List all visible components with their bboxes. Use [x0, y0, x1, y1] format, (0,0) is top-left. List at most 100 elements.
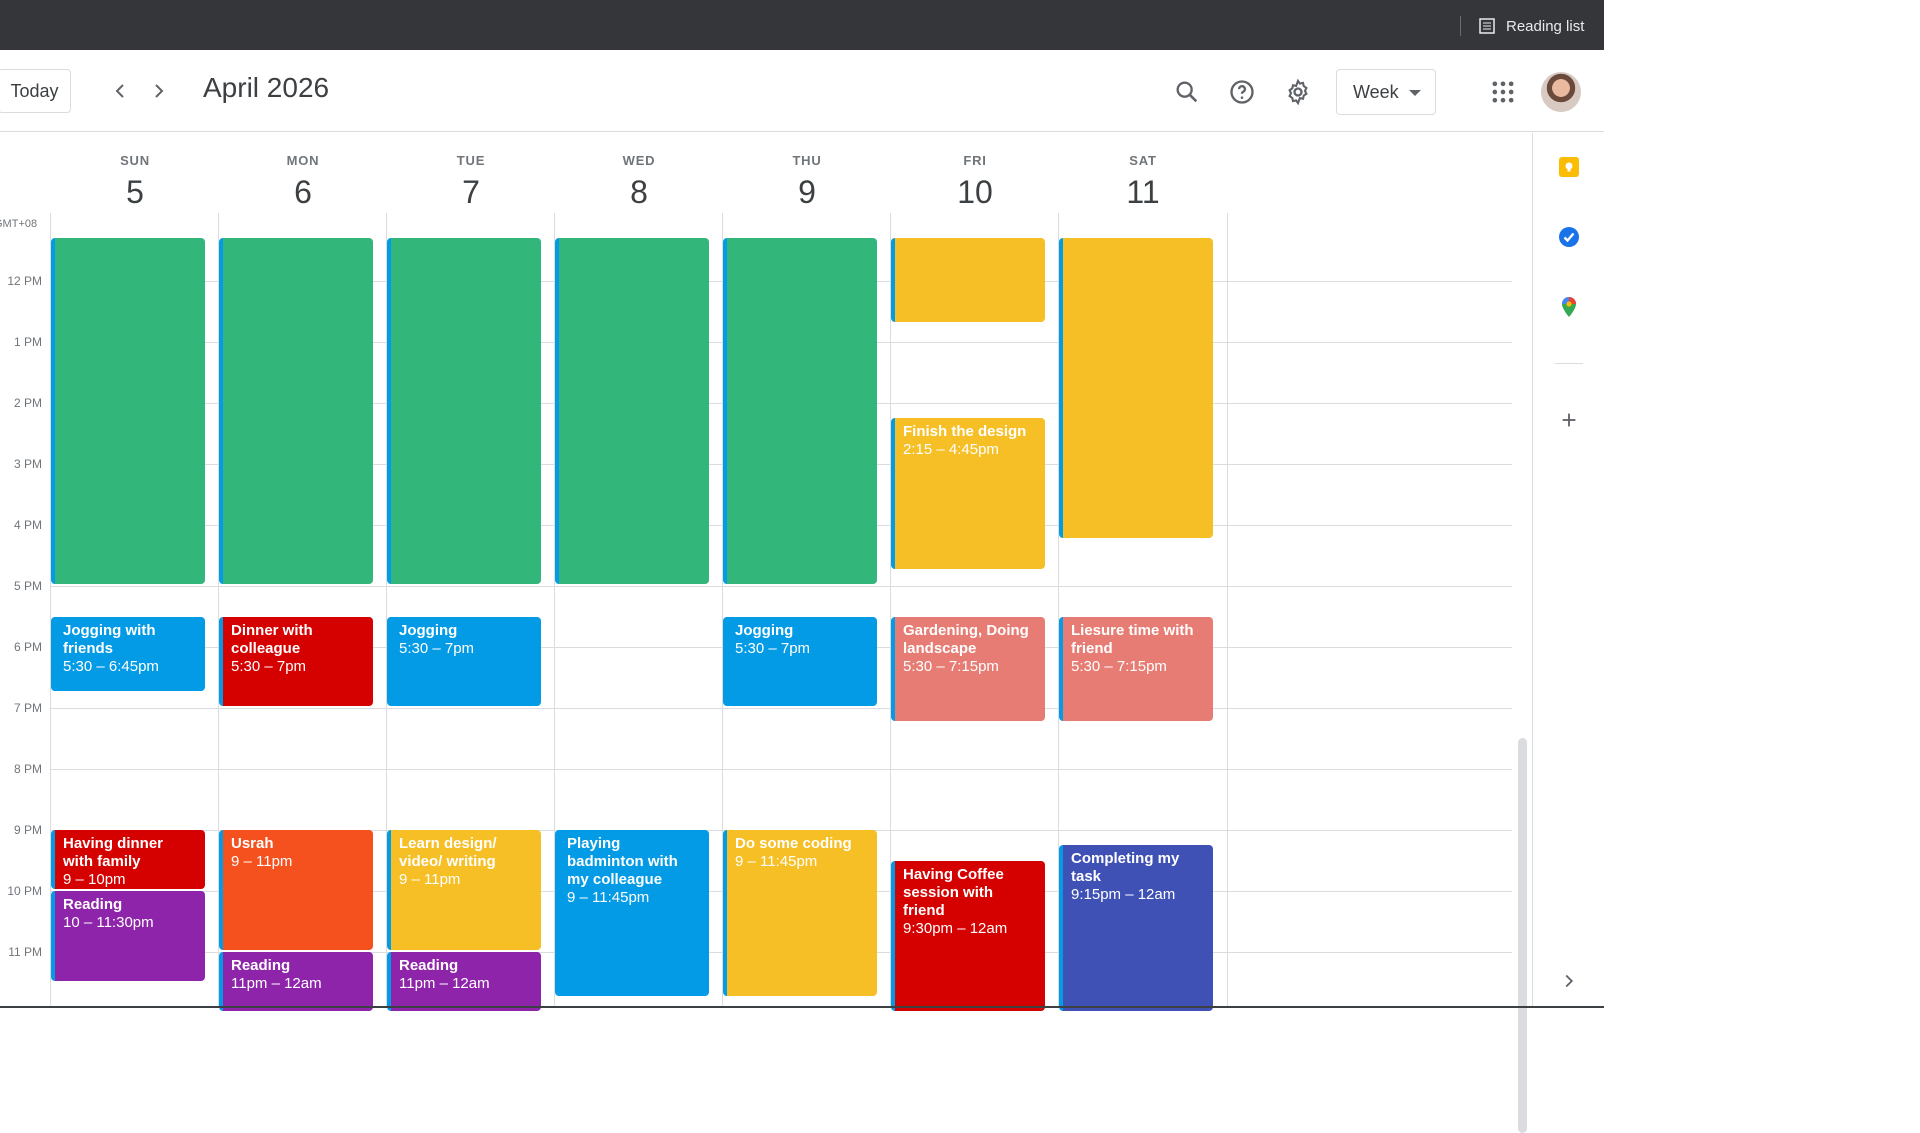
search-button[interactable] [1170, 75, 1204, 109]
event-time: 9:30pm – 12am [903, 919, 1008, 937]
hour-label: 4 PM [13, 518, 42, 532]
hour-line [51, 708, 1512, 709]
event-time: 5:30 – 6:45pm [63, 657, 159, 675]
day-header[interactable]: FRI 10 [891, 153, 1059, 211]
calendar-event[interactable] [555, 238, 709, 584]
calendar-event[interactable]: Jogging with friends 5:30 – 6:45pm [51, 616, 205, 691]
event-title: Finish the design [903, 423, 1027, 441]
day-number[interactable]: 8 [555, 174, 723, 211]
calendar-event[interactable]: Jogging 5:30 – 7pm [387, 616, 541, 706]
event-title: Usrah [231, 835, 274, 852]
day-header[interactable]: SUN 5 [51, 153, 219, 211]
hour-label: 1 PM [13, 335, 42, 349]
apps-grid-icon [1492, 81, 1514, 103]
calendar-event[interactable]: Having Coffee session with friend 9:30pm … [891, 860, 1045, 1011]
event-time: 9 – 11:45pm [735, 853, 818, 870]
event-title: Completing my task [1071, 850, 1180, 886]
calendar-event[interactable]: Reading 10 – 11:30pm [51, 891, 205, 981]
hour-line [51, 586, 1512, 587]
side-panel [1532, 133, 1604, 1006]
keep-icon [1559, 157, 1579, 177]
day-number[interactable]: 6 [219, 174, 387, 211]
view-selector-label: Week [1353, 81, 1399, 102]
chevron-right-icon [155, 84, 164, 98]
calendar-event[interactable]: Reading 11pm – 12am [387, 952, 541, 1011]
hour-label: 6 PM [13, 640, 42, 654]
reading-list-button[interactable]: Reading list [1478, 14, 1584, 38]
calendar-event[interactable]: Finish the design 2:15 – 4:45pm [891, 418, 1045, 569]
calendar-event[interactable]: Jogging 5:30 – 7pm [723, 616, 877, 706]
event-title: Jogging with friends [63, 621, 156, 657]
calendar-event[interactable]: Having dinner with family 9 – 10pm [51, 830, 205, 889]
help-button[interactable] [1225, 75, 1259, 109]
keep-button[interactable] [1555, 153, 1583, 181]
event-title: Do some coding [735, 835, 852, 852]
hour-label: 10 PM [7, 884, 42, 898]
day-header[interactable]: THU 9 [723, 153, 891, 211]
expand-panel-button[interactable] [1555, 967, 1583, 995]
event-time: 5:30 – 7:15pm [1071, 657, 1167, 675]
day-number[interactable]: 9 [723, 174, 891, 211]
calendar-event[interactable] [723, 238, 877, 584]
event-title: Playing badminton with my colleague [567, 835, 678, 888]
apps-button[interactable] [1486, 75, 1520, 109]
calendar-event[interactable] [387, 238, 541, 584]
day-header[interactable]: WED 8 [555, 153, 723, 211]
calendar-event[interactable]: Usrah 9 – 11pm [219, 830, 373, 950]
timezone-label: GMT+08 [0, 218, 38, 230]
reading-list-icon [1479, 18, 1495, 34]
calendar-event[interactable]: Do some coding 9 – 11:45pm [723, 830, 877, 996]
search-icon [1176, 81, 1198, 103]
hour-label: 9 PM [13, 823, 42, 837]
day-number[interactable]: 5 [51, 174, 219, 211]
event-title: Having Coffee session with friend [903, 865, 1004, 919]
calendar-event[interactable]: Learn design/ video/ writing 9 – 11pm [387, 830, 541, 950]
day-number[interactable]: 10 [891, 174, 1059, 211]
day-header[interactable]: TUE 7 [387, 153, 555, 211]
day-header[interactable]: MON 6 [219, 153, 387, 211]
column-divider [1227, 213, 1228, 1008]
tasks-button[interactable] [1555, 223, 1583, 251]
next-week-button[interactable] [144, 76, 174, 106]
vertical-scrollbar[interactable] [1518, 738, 1527, 1133]
event-title: Having dinner with family [63, 835, 164, 870]
hour-label: 8 PM [13, 762, 42, 776]
calendar-event[interactable]: Liesure time with friend 5:30 – 7:15pm [1059, 616, 1213, 722]
event-time: 9:15pm – 12am [1071, 886, 1176, 904]
previous-week-button[interactable] [105, 76, 135, 106]
day-number[interactable]: 11 [1059, 174, 1227, 211]
event-title: Jogging [735, 621, 794, 639]
event-time: 5:30 – 7pm [735, 639, 811, 657]
bottom-border [0, 1006, 1604, 1008]
event-title: Learn design/ video/ writing [399, 835, 497, 870]
event-time: 9 – 10pm [63, 871, 126, 888]
hour-line [51, 769, 1512, 770]
today-button[interactable]: Today [0, 69, 71, 113]
day-of-week: THU [792, 153, 822, 168]
calendar-event[interactable]: Gardening, Doing landscape 5:30 – 7:15pm [891, 616, 1045, 722]
calendar-event[interactable]: Reading 11pm – 12am [219, 952, 373, 1011]
calendar-header: Today April 2026 Week [0, 50, 1604, 132]
calendar-event[interactable] [1059, 238, 1213, 539]
day-of-week: TUE [456, 153, 486, 168]
calendar-event[interactable]: Playing badminton with my colleague 9 – 1… [555, 830, 709, 996]
calendar-event[interactable] [219, 238, 373, 584]
calendar-event[interactable] [51, 238, 205, 584]
calendar-event[interactable]: Completing my task 9:15pm – 12am [1059, 845, 1213, 1011]
event-time: 11pm – 12am [399, 975, 490, 992]
account-avatar[interactable] [1541, 72, 1581, 112]
event-title: Liesure time with friend [1071, 621, 1194, 657]
settings-button[interactable] [1281, 75, 1315, 109]
plus-icon [1562, 413, 1576, 427]
view-selector[interactable]: Week [1336, 69, 1436, 115]
day-header[interactable]: SAT 11 [1059, 153, 1227, 211]
calendar-event[interactable]: Dinner with colleague 5:30 – 7pm [219, 616, 373, 706]
help-icon [1230, 80, 1254, 104]
browser-toolbar: Reading list [0, 0, 1604, 50]
event-time: 11pm – 12am [231, 975, 322, 992]
maps-button[interactable] [1555, 293, 1583, 321]
tasks-icon [1559, 227, 1579, 247]
day-number[interactable]: 7 [387, 174, 555, 211]
calendar-event[interactable] [891, 238, 1045, 322]
add-addon-button[interactable] [1555, 406, 1583, 434]
